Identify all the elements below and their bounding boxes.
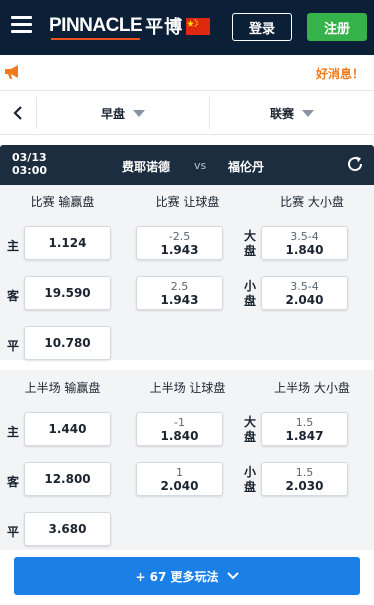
- under-label-1: 小: [243, 279, 256, 293]
- logo-cn: 平博: [145, 17, 184, 38]
- odds-price: 1.943: [160, 292, 199, 307]
- menu-icon[interactable]: [11, 16, 32, 34]
- draw-label: 平: [6, 339, 19, 353]
- competition-label: 联赛: [269, 106, 294, 121]
- over-label-2: 盘: [243, 430, 256, 444]
- total-line: 3.5-4: [290, 279, 319, 293]
- match-time: 03:00: [12, 164, 48, 177]
- ft-moneyline-home[interactable]: 1.124: [24, 226, 111, 260]
- register-button[interactable]: 注册: [307, 13, 367, 41]
- under-label-2: 盘: [243, 294, 256, 308]
- under-label: 小 盘: [243, 279, 257, 309]
- odds-price: 2.040: [160, 478, 199, 493]
- fh-moneyline-away[interactable]: 12.800: [24, 462, 111, 496]
- away-team: 福伦丹: [228, 160, 265, 174]
- over-label: 大 盘: [243, 415, 257, 445]
- fh-total-over[interactable]: 1.5 1.847: [261, 412, 348, 446]
- ft-handicap-away[interactable]: 2.5 1.943: [136, 276, 223, 310]
- handicap-line: -2.5: [168, 229, 191, 243]
- caret-down-icon: [133, 109, 145, 117]
- ft-total-under[interactable]: 3.5-4 2.040: [261, 276, 348, 310]
- odds-price: 1.124: [48, 236, 87, 250]
- draw-label: 平: [6, 525, 19, 539]
- ft-total-over[interactable]: 3.5-4 1.840: [261, 226, 348, 260]
- total-line: 1.5: [295, 465, 314, 479]
- over-label-1: 大: [243, 415, 256, 429]
- under-label: 小 盘: [243, 465, 257, 495]
- home-label: 主: [6, 425, 19, 439]
- logo-text: PINNACLE: [49, 15, 143, 40]
- odds-price: 12.800: [44, 472, 91, 486]
- handicap-line: -1: [174, 415, 185, 429]
- odds-price: 19.590: [44, 286, 91, 300]
- odds-price: 1.840: [160, 428, 199, 443]
- competition-dropdown[interactable]: 联赛: [210, 91, 374, 135]
- announcement-text[interactable]: 好消息！: [316, 65, 364, 82]
- under-label-2: 盘: [243, 480, 256, 494]
- caret-down-icon: [302, 109, 314, 117]
- refresh-icon[interactable]: [346, 155, 364, 173]
- ft-moneyline-away[interactable]: 19.590: [24, 276, 111, 310]
- period-label: 早盘: [100, 106, 125, 121]
- vs-label: vs: [194, 159, 207, 172]
- top-bar: PINNACLE 平博 登录 注册: [0, 0, 374, 55]
- odds-price: 1.943: [160, 242, 199, 257]
- period-dropdown[interactable]: 早盘: [37, 91, 209, 135]
- logo[interactable]: PINNACLE 平博: [49, 14, 184, 40]
- odds-price: 2.030: [285, 478, 324, 493]
- over-label: 大 盘: [243, 229, 257, 259]
- odds-price: 1.440: [48, 422, 87, 436]
- ft-moneyline-draw[interactable]: 10.780: [24, 326, 111, 360]
- fh-total-title: 上半场 大小盘: [274, 380, 350, 395]
- fh-total-under[interactable]: 1.5 2.030: [261, 462, 348, 496]
- handicap-line: 2.5: [170, 279, 189, 293]
- ft-moneyline-title: 比赛 输赢盘: [30, 194, 95, 209]
- fh-moneyline-title: 上半场 输赢盘: [24, 380, 101, 395]
- flag-icon[interactable]: [186, 18, 210, 35]
- away-label: 客: [6, 289, 19, 303]
- total-line: 3.5-4: [290, 229, 319, 243]
- login-button[interactable]: 登录: [232, 13, 292, 41]
- chevron-left-icon: [13, 106, 22, 120]
- back-button[interactable]: [0, 91, 36, 135]
- ft-handicap-home[interactable]: -2.5 1.943: [136, 226, 223, 260]
- odds-price: 10.780: [44, 336, 91, 350]
- odds-price: 3.680: [48, 522, 87, 536]
- chevron-down-icon: [226, 572, 239, 580]
- ft-total-title: 比赛 大小盘: [280, 194, 344, 209]
- odds-price: 2.040: [285, 292, 324, 307]
- total-line: 1.5: [295, 415, 314, 429]
- fh-handicap-home[interactable]: -1 1.840: [136, 412, 223, 446]
- home-label: 主: [6, 239, 19, 253]
- over-label-2: 盘: [243, 244, 256, 258]
- match-datetime: 03/13 03:00: [12, 151, 47, 177]
- under-label-1: 小: [243, 465, 256, 479]
- fh-handicap-away[interactable]: 1 2.040: [136, 462, 223, 496]
- away-label: 客: [6, 475, 19, 489]
- home-team: 费耶诺德: [122, 160, 171, 174]
- more-markets-button[interactable]: + 67 更多玩法: [14, 557, 360, 595]
- filter-bar: 早盘 联赛: [0, 91, 374, 135]
- announcement-bar: 好消息！: [0, 55, 374, 91]
- handicap-line: 1: [176, 465, 183, 479]
- more-markets-label: + 67 更多玩法: [135, 569, 219, 584]
- odds-price: 1.840: [285, 242, 324, 257]
- ft-handicap-title: 比赛 让球盘: [155, 194, 220, 209]
- over-label-1: 大: [243, 229, 256, 243]
- match-date: 03/13: [12, 151, 47, 164]
- odds-price: 1.847: [285, 428, 324, 443]
- fh-handicap-title: 上半场 让球盘: [149, 380, 226, 395]
- fh-moneyline-draw[interactable]: 3.680: [24, 512, 111, 546]
- fh-moneyline-home[interactable]: 1.440: [24, 412, 111, 446]
- match-header: 03/13 03:00 费耶诺德 vs 福伦丹: [0, 145, 374, 185]
- megaphone-icon[interactable]: [3, 63, 23, 81]
